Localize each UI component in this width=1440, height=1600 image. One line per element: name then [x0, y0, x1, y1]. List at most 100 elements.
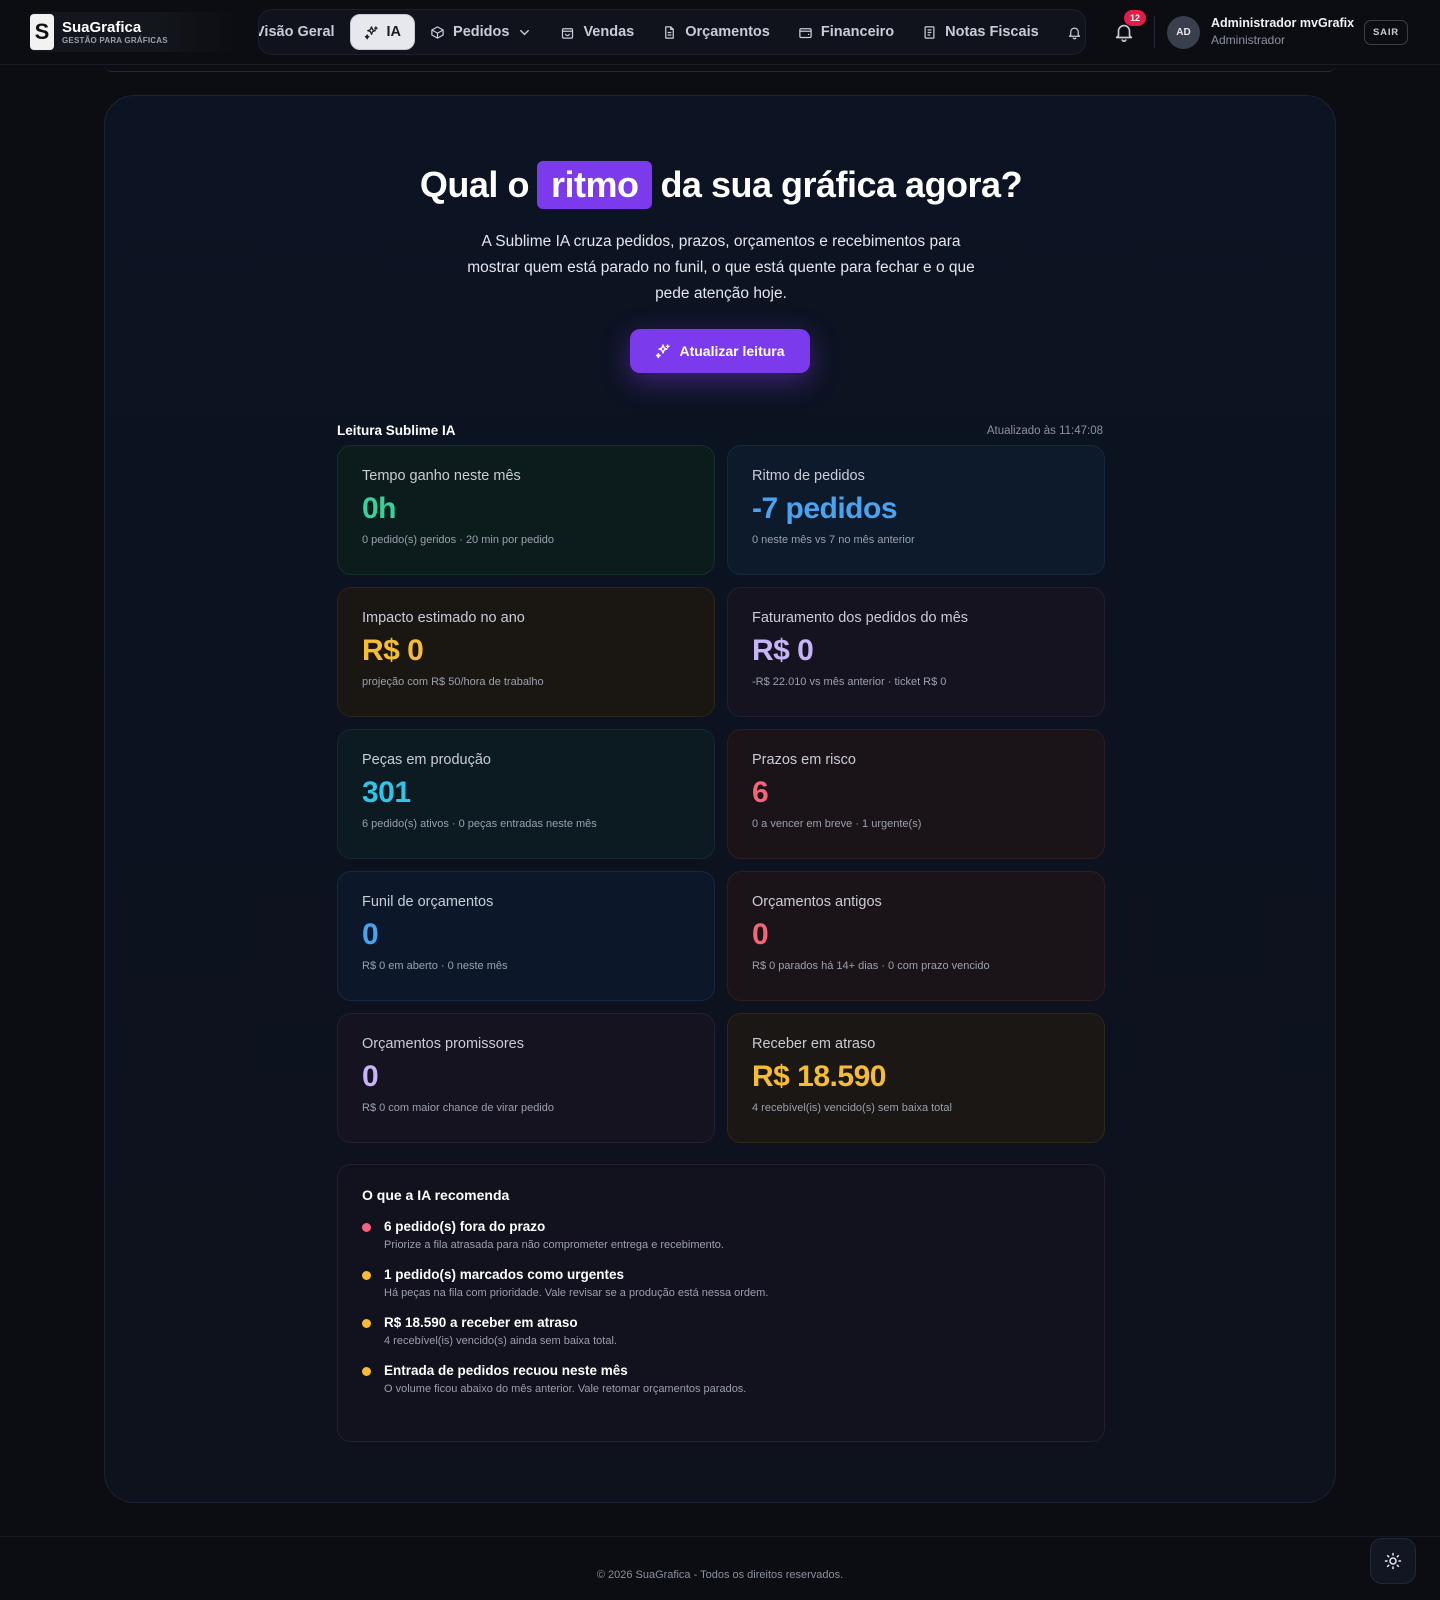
hero-title-after: da sua gráfica agora?	[660, 164, 1023, 205]
nav-item-ia[interactable]: IA	[349, 14, 416, 50]
brand-name: SuaGrafica	[62, 19, 142, 36]
nav-item-notas-fiscais[interactable]: Notas Fiscais	[909, 14, 1052, 50]
status-dot	[362, 1319, 371, 1328]
bag-icon	[562, 27, 574, 39]
metric-card-funil-orcamentos: Funil de orçamentos 0 R$ 0 em aberto · 0…	[337, 871, 715, 1001]
metric-label: Orçamentos antigos	[752, 894, 882, 910]
recommendation-item: 1 pedido(s) marcados como urgentes Há pe…	[362, 1267, 1080, 1299]
theme-toggle-button[interactable]	[1370, 1538, 1416, 1584]
metric-sub: R$ 0 parados há 14+ dias · 0 com prazo v…	[752, 960, 990, 972]
metric-value: R$ 0	[752, 634, 814, 667]
refresh-reading-label: Atualizar leitura	[679, 343, 785, 359]
metric-sub: -R$ 22.010 vs mês anterior · ticket R$ 0	[752, 676, 947, 688]
recommendation-title: 6 pedido(s) fora do prazo	[384, 1219, 546, 1234]
wallet-icon	[799, 27, 812, 38]
recommendation-item: Entrada de pedidos recuou neste mês O vo…	[362, 1363, 1080, 1395]
nav-item-orcamentos[interactable]: Orçamentos	[649, 14, 783, 50]
hero-title-before: Qual o	[419, 164, 530, 205]
nav-item-label: Orçamentos	[685, 24, 770, 40]
notifications-badge: 12	[1124, 10, 1146, 26]
reading-title: Leitura Sublime IA	[337, 423, 456, 438]
recommendation-title: R$ 18.590 a receber em atraso	[384, 1315, 578, 1330]
metric-value: 0h	[362, 492, 397, 525]
metric-card-tempo-ganho: Tempo ganho neste mês 0h 0 pedido(s) ger…	[337, 445, 715, 575]
nav-item-avisos[interactable]: Ac	[1054, 14, 1085, 50]
logout-button[interactable]: SAIR	[1364, 20, 1408, 45]
recommendation-desc: O volume ficou abaixo do mês anterior. V…	[384, 1383, 747, 1395]
user-name: Administrador mvGrafix	[1211, 16, 1355, 30]
metric-label: Ritmo de pedidos	[752, 468, 865, 484]
metric-sub: 6 pedido(s) ativos · 0 peças entradas ne…	[362, 818, 597, 830]
sparkles-icon	[364, 25, 378, 39]
nav-item-pedidos[interactable]: Pedidos	[417, 14, 545, 50]
receipt-icon	[924, 25, 935, 39]
hero-title-highlight: ritmo	[536, 161, 653, 209]
metric-value: 6	[752, 776, 769, 809]
recommendation-item: R$ 18.590 a receber em atraso 4 recebíve…	[362, 1315, 1080, 1347]
hero-title: Qual o ritmo da sua gráfica agora?	[105, 161, 1337, 209]
user-role: Administrador	[1211, 33, 1286, 47]
refresh-reading-button[interactable]: Atualizar leitura	[630, 329, 810, 373]
metric-label: Tempo ganho neste mês	[362, 468, 521, 484]
ai-panel: Qual o ritmo da sua gráfica agora? A Subli…	[104, 95, 1336, 1503]
metric-card-orcamentos-promissores: Orçamentos promissores 0 R$ 0 com maior …	[337, 1013, 715, 1143]
status-dot	[362, 1223, 371, 1232]
sparkles-icon	[656, 344, 671, 359]
footer-divider	[0, 1536, 1440, 1537]
brand[interactable]: S SuaGrafica GESTÃO PARA GRÁFICAS	[30, 12, 236, 52]
metric-card-prazos-risco: Prazos em risco 6 0 a vencer em breve · …	[727, 729, 1105, 859]
metric-card-orcamentos-antigos: Orçamentos antigos 0 R$ 0 parados há 14+…	[727, 871, 1105, 1001]
nav-item-label: Notas Fiscais	[945, 24, 1039, 40]
nav-item-label: Visão Geral	[258, 24, 335, 40]
metric-label: Funil de orçamentos	[362, 894, 494, 910]
collapsed-panel-edge	[104, 64, 1336, 72]
metric-label: Orçamentos promissores	[362, 1036, 524, 1052]
nav-item-vendas[interactable]: Vendas	[547, 14, 647, 50]
top-bar: S SuaGrafica GESTÃO PARA GRÁFICAS Visão …	[0, 0, 1440, 65]
metric-sub: 4 recebível(is) vencido(s) sem baixa tot…	[752, 1102, 952, 1114]
brand-tagline: GESTÃO PARA GRÁFICAS	[62, 36, 168, 45]
nav-item-label: Pedidos	[453, 24, 510, 40]
metric-card-ritmo-pedidos: Ritmo de pedidos -7 pedidos 0 neste mês …	[727, 445, 1105, 575]
recommendation-desc: Há peças na fila com prioridade. Vale re…	[384, 1287, 769, 1299]
recommendation-desc: Priorize a fila atrasada para não compro…	[384, 1239, 724, 1251]
reading-updated: Atualizado às 11:47:08	[986, 425, 1103, 437]
brand-logo: S	[30, 14, 54, 50]
metric-value: R$ 0	[362, 634, 424, 667]
metric-sub: 0 neste mês vs 7 no mês anterior	[752, 534, 915, 546]
metric-label: Prazos em risco	[752, 752, 856, 768]
main-nav: Visão Geral IA Pedidos Vendas Orçamentos…	[258, 9, 1086, 55]
nav-item-visao-geral[interactable]: Visão Geral	[258, 14, 348, 50]
sun-icon	[1384, 1552, 1402, 1570]
metric-value: 301	[362, 776, 411, 809]
metric-sub: R$ 0 em aberto · 0 neste mês	[362, 960, 508, 972]
metric-value: 0	[752, 918, 769, 951]
recommendation-item: 6 pedido(s) fora do prazo Priorize a fil…	[362, 1219, 1080, 1251]
box-icon	[431, 25, 444, 39]
nav-item-label: Vendas	[583, 24, 635, 40]
metric-label: Faturamento dos pedidos do mês	[752, 610, 969, 626]
bell-icon	[1068, 27, 1080, 39]
nav-item-label: IA	[386, 24, 402, 40]
header-divider	[1154, 16, 1155, 48]
metric-card-impacto-ano: Impacto estimado no ano R$ 0 projeção co…	[337, 587, 715, 717]
metric-sub: 0 a vencer em breve · 1 urgente(s)	[752, 818, 922, 830]
metric-value: 0	[362, 918, 379, 951]
recommendations-title: O que a IA recomenda	[362, 1187, 510, 1203]
nav-item-label: Financeiro	[820, 24, 895, 40]
chevron-down-icon	[520, 29, 530, 35]
metric-label: Peças em produção	[362, 752, 491, 768]
recommendations-card: O que a IA recomenda 6 pedido(s) fora do…	[337, 1164, 1105, 1442]
metric-label: Receber em atraso	[752, 1036, 876, 1052]
footer-text: © 2026 SuaGrafica - Todos os direitos re…	[596, 1569, 844, 1581]
nav-item-financeiro[interactable]: Financeiro	[785, 14, 907, 50]
status-dot	[362, 1367, 371, 1376]
metric-card-receber-atraso: Receber em atraso R$ 18.590 4 recebível(…	[727, 1013, 1105, 1143]
metric-card-pecas-producao: Peças em produção 301 6 pedido(s) ativos…	[337, 729, 715, 859]
metric-sub: 0 pedido(s) geridos · 20 min por pedido	[362, 534, 555, 546]
hero-description: A Sublime IA cruza pedidos, prazos, orça…	[467, 233, 975, 302]
avatar[interactable]: AD	[1167, 16, 1200, 49]
recommendation-title: 1 pedido(s) marcados como urgentes	[384, 1267, 625, 1282]
recommendation-desc: 4 recebível(is) vencido(s) ainda sem bai…	[384, 1335, 617, 1347]
metric-label: Impacto estimado no ano	[362, 610, 525, 626]
